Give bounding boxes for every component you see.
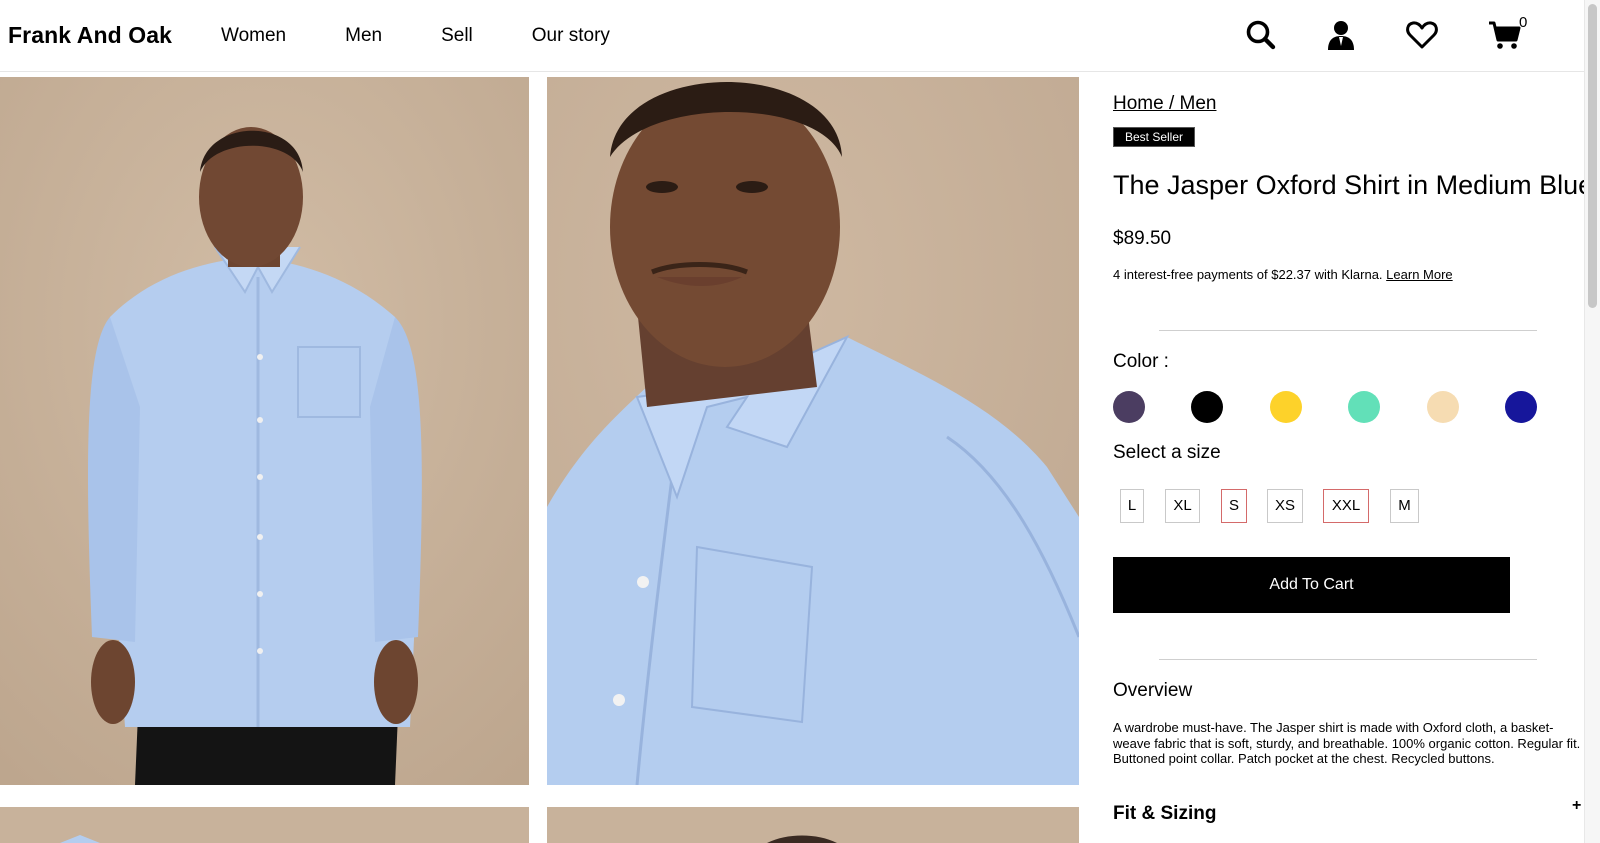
best-seller-badge: Best Seller [1113,127,1195,147]
size-label: Select a size [1113,442,1221,463]
brand-logo[interactable]: Frank And Oak [8,22,172,49]
size-option-s[interactable]: S [1221,489,1247,523]
color-swatch-yellow[interactable] [1270,391,1302,423]
expand-plus-icon[interactable]: + [1572,797,1581,815]
overview-text: A wardrobe must-have. The Jasper shirt i… [1113,720,1581,766]
klarna-learn-more-link[interactable]: Learn More [1386,267,1452,282]
color-swatch-cream[interactable] [1427,391,1459,423]
fit-sizing-toggle[interactable]: Fit & Sizing [1113,803,1216,825]
size-option-xxl[interactable]: XXL [1323,489,1369,523]
product-image-closeup[interactable] [547,77,1079,785]
color-label: Color : [1113,351,1169,372]
color-swatch-purple[interactable] [1113,391,1145,423]
product-price: $89.50 [1113,228,1172,249]
size-option-xs[interactable]: XS [1267,489,1303,523]
product-image-4[interactable] [547,807,1079,843]
color-swatch-black[interactable] [1191,391,1223,423]
search-icon[interactable] [1244,18,1278,52]
size-option-l[interactable]: L [1120,489,1144,523]
nav-men[interactable]: Men [345,25,382,47]
nav-our-story[interactable]: Our story [532,25,610,47]
klarna-info: 4 interest-free payments of $22.37 with … [1113,267,1453,282]
cart-count-badge: 0 [1519,14,1528,31]
site-header: Frank And Oak Women Men Sell Our story 0 [0,0,1584,72]
color-swatch-navy[interactable] [1505,391,1537,423]
divider [1159,659,1537,660]
product-title: The Jasper Oxford Shirt in Medium Blue [1113,170,1594,200]
heart-icon[interactable] [1405,18,1439,52]
add-to-cart-button[interactable]: Add To Cart [1113,557,1510,613]
account-icon[interactable] [1324,18,1358,52]
main-nav: Women Men Sell Our story [221,25,610,47]
product-image-3[interactable] [0,807,529,843]
nav-women[interactable]: Women [221,25,286,47]
scrollbar-thumb[interactable] [1588,4,1597,308]
klarna-text: 4 interest-free payments of $22.37 with … [1113,267,1383,282]
nav-sell[interactable]: Sell [441,25,473,47]
breadcrumb[interactable]: Home / Men [1113,93,1216,115]
divider [1159,330,1537,331]
size-option-xl[interactable]: XL [1165,489,1200,523]
size-option-m[interactable]: M [1390,489,1419,523]
overview-heading: Overview [1113,680,1193,701]
color-swatch-mint[interactable] [1348,391,1380,423]
product-image-full-body[interactable] [0,77,529,785]
cart-icon[interactable] [1488,18,1522,52]
